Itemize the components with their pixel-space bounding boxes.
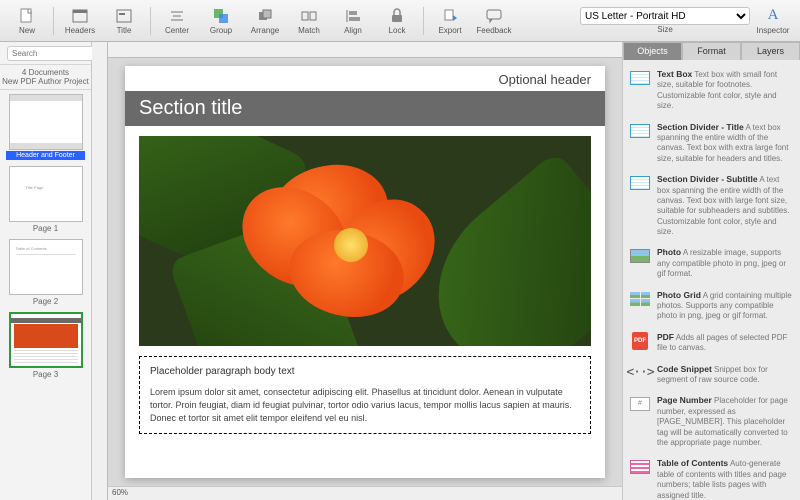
- feedback-icon: [485, 7, 503, 25]
- optional-header[interactable]: Optional header: [125, 66, 605, 91]
- photo-icon: [629, 247, 651, 265]
- lock-button[interactable]: Lock: [376, 2, 418, 40]
- title-icon: [115, 7, 133, 25]
- objects-list[interactable]: Text Box Text box with small font size, …: [623, 60, 800, 500]
- textbox-icon: [629, 174, 651, 192]
- align-button[interactable]: Align: [332, 2, 374, 40]
- object-item[interactable]: <··>Code Snippet Snippet box for segment…: [629, 359, 794, 391]
- toc-icon: [629, 458, 651, 476]
- match-icon: [300, 7, 318, 25]
- group-icon: [212, 7, 230, 25]
- headers-button[interactable]: Headers: [59, 2, 101, 40]
- thumb-page-1[interactable]: Title Page Page 1: [6, 166, 85, 233]
- tab-objects[interactable]: Objects: [623, 42, 682, 60]
- match-button[interactable]: Match: [288, 2, 330, 40]
- new-icon: [18, 7, 36, 25]
- object-item[interactable]: #Page Number Placeholder for page number…: [629, 390, 794, 453]
- feedback-button[interactable]: Feedback: [473, 2, 515, 40]
- pagenum-icon: #: [629, 395, 651, 413]
- object-item[interactable]: Section Divider - Subtitle A text box sp…: [629, 169, 794, 242]
- export-icon: [441, 7, 459, 25]
- thumb-header-footer[interactable]: Header and Footer: [6, 94, 85, 160]
- new-button[interactable]: New: [6, 2, 48, 40]
- page-size-select[interactable]: US Letter - Portrait HD: [580, 7, 750, 25]
- tab-layers[interactable]: Layers: [741, 42, 800, 60]
- align-icon: [344, 7, 362, 25]
- inspector-panel: Objects Format Layers Text Box Text box …: [622, 42, 800, 500]
- ruler-vertical: [92, 42, 108, 500]
- zoom-indicator[interactable]: 60%: [108, 486, 622, 500]
- section-title-bar[interactable]: Section title: [125, 91, 605, 126]
- lock-icon: [388, 7, 406, 25]
- export-button[interactable]: Export: [429, 2, 471, 40]
- code-icon: <··>: [629, 364, 651, 382]
- thumb-page-3[interactable]: Page 3: [6, 312, 85, 379]
- ruler-horizontal: [108, 42, 622, 58]
- tab-format[interactable]: Format: [682, 42, 741, 60]
- textbox-icon: [629, 122, 651, 140]
- object-item[interactable]: Photo A resizable image, supports any co…: [629, 242, 794, 284]
- photogrid-icon: [629, 290, 651, 308]
- pdf-icon: PDF: [629, 332, 651, 350]
- object-item[interactable]: Photo Grid A grid containing multiple ph…: [629, 285, 794, 327]
- photo-placeholder[interactable]: [139, 136, 591, 346]
- view-grid-icon[interactable]: [3, 45, 4, 61]
- object-item[interactable]: PDFPDF Adds all pages of selected PDF fi…: [629, 327, 794, 359]
- page-size-selector: US Letter - Portrait HD Size: [580, 7, 750, 34]
- thumb-page-2[interactable]: Table of Contents Page 2: [6, 239, 85, 306]
- canvas-scroll[interactable]: Optional header Section title Placeholde…: [108, 58, 622, 486]
- sidebar: 4 Documents New PDF Author Project Heade…: [0, 42, 92, 500]
- center-button[interactable]: Center: [156, 2, 198, 40]
- object-item[interactable]: Section Divider - Title A text box spann…: [629, 117, 794, 170]
- object-item[interactable]: Text Box Text box with small font size, …: [629, 64, 794, 117]
- textbox-icon: [629, 69, 651, 87]
- sidebar-info: 4 Documents New PDF Author Project: [0, 65, 91, 90]
- arrange-icon: [256, 7, 274, 25]
- body-text-box[interactable]: Placeholder paragraph body text Lorem ip…: [139, 356, 591, 434]
- toolbar: New Headers Title Center Group Arrange M…: [0, 0, 800, 42]
- arrange-button[interactable]: Arrange: [244, 2, 286, 40]
- inspector-icon: A: [764, 7, 782, 25]
- center-icon: [168, 7, 186, 25]
- title-button[interactable]: Title: [103, 2, 145, 40]
- object-item[interactable]: Table of Contents Auto-generate table of…: [629, 453, 794, 500]
- group-button[interactable]: Group: [200, 2, 242, 40]
- canvas-area: Optional header Section title Placeholde…: [92, 42, 622, 500]
- thumbnail-list: Header and Footer Title Page Page 1 Tabl…: [0, 90, 91, 500]
- headers-icon: [71, 7, 89, 25]
- page-canvas[interactable]: Optional header Section title Placeholde…: [125, 66, 605, 478]
- inspector-tabs: Objects Format Layers: [623, 42, 800, 60]
- inspector-button[interactable]: AInspector: [752, 2, 794, 40]
